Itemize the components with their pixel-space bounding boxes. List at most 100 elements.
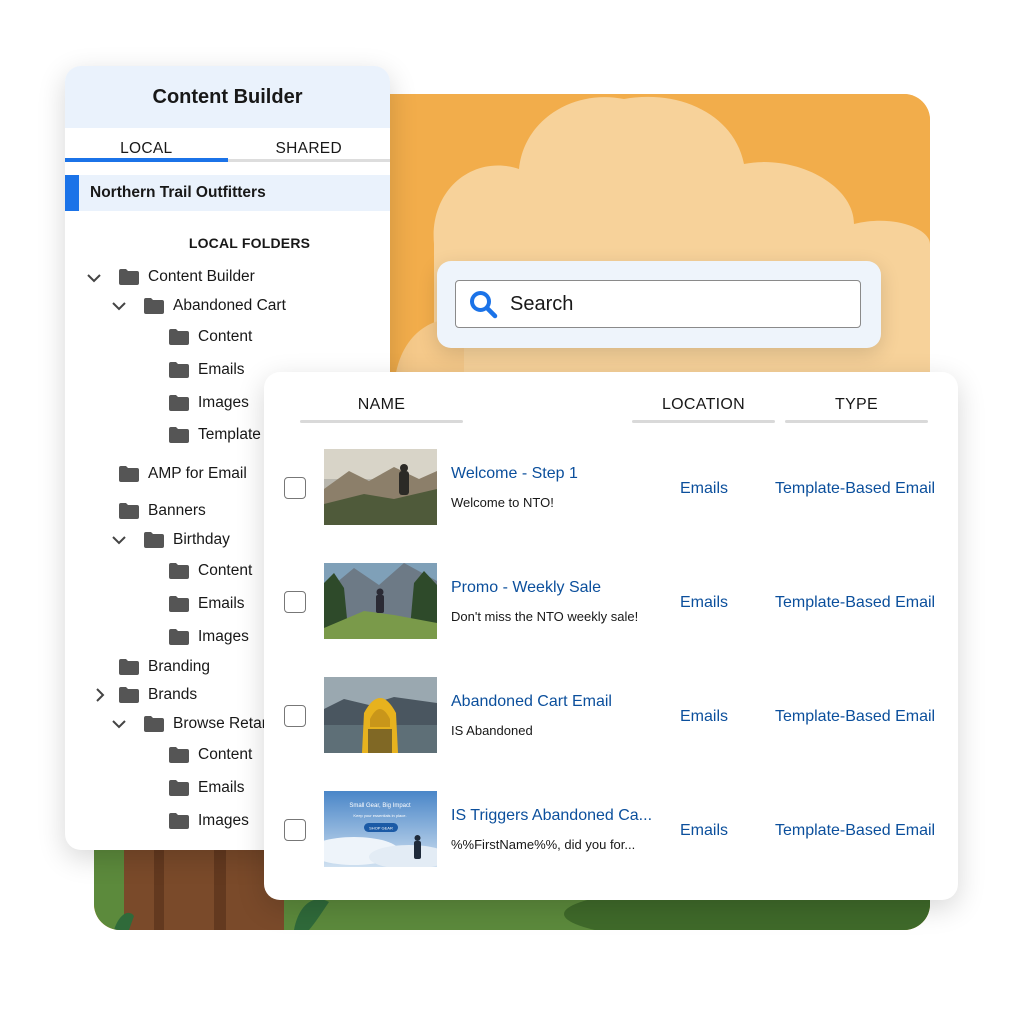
- row-location[interactable]: Emails: [680, 822, 728, 840]
- selection-accent: [65, 175, 79, 211]
- folder-icon: [169, 427, 189, 443]
- folder-icon: [144, 532, 164, 548]
- chevron-right-icon[interactable]: [93, 688, 107, 702]
- row-title[interactable]: Abandoned Cart Email: [451, 693, 612, 711]
- chevron-down-icon[interactable]: [112, 533, 126, 547]
- tree-item-label: Brands: [148, 686, 198, 703]
- folder-icon: [169, 813, 189, 829]
- tree-item-content[interactable]: Content: [169, 562, 252, 580]
- folder-icon: [169, 629, 189, 645]
- tree-item-label: Browse Retar: [173, 715, 267, 732]
- column-divider: [785, 420, 928, 423]
- tree-item-label: Content Builder: [148, 268, 255, 285]
- tree-item-template[interactable]: Template: [169, 426, 261, 444]
- tree-item-images[interactable]: Images: [169, 628, 249, 646]
- chevron-down-icon[interactable]: [112, 299, 126, 313]
- column-divider: [632, 420, 775, 423]
- tree-item-banners[interactable]: Banners: [119, 502, 206, 520]
- folder-icon: [169, 329, 189, 345]
- folder-icon: [169, 780, 189, 796]
- content-table: NAME LOCATION TYPE Welcome - Step 1 Welc…: [264, 372, 958, 900]
- tree-item-label: Banners: [148, 502, 206, 519]
- tree-item-label: Images: [198, 812, 249, 829]
- banner-headline: Small Gear, Big Impact: [349, 803, 411, 809]
- tree-item-content[interactable]: Content: [169, 746, 252, 764]
- tree-item-branding[interactable]: Branding: [119, 658, 210, 676]
- row-title[interactable]: Promo - Weekly Sale: [451, 579, 601, 597]
- tree-item-amp-for-email[interactable]: AMP for Email: [119, 465, 247, 483]
- table-row[interactable]: Abandoned Cart Email IS Abandoned Emails…: [264, 677, 958, 757]
- tree-item-images[interactable]: Images: [169, 812, 249, 830]
- row-type: Template-Based Email: [775, 480, 936, 497]
- tree-item-images[interactable]: Images: [169, 394, 249, 412]
- business-unit-label: Northern Trail Outfitters: [90, 184, 266, 201]
- banner-subline: Keep your essentials in place.: [353, 813, 406, 818]
- banner-button: SHOP GEAR: [369, 826, 393, 831]
- row-title[interactable]: Welcome - Step 1: [451, 465, 578, 483]
- folder-icon: [169, 747, 189, 763]
- tree-item-label: Abandoned Cart: [173, 297, 286, 314]
- row-checkbox[interactable]: [284, 819, 306, 841]
- tree-item-emails[interactable]: Emails: [169, 361, 245, 379]
- search-card: Search: [437, 261, 881, 348]
- tree-item-label: AMP for Email: [148, 465, 247, 482]
- folder-icon: [119, 466, 139, 482]
- folder-icon: [169, 596, 189, 612]
- column-header-location[interactable]: LOCATION: [632, 396, 775, 414]
- row-type: Template-Based Email: [775, 822, 936, 839]
- folder-icon: [144, 716, 164, 732]
- tree-item-label: Branding: [148, 658, 211, 675]
- tree-item-label: Content: [198, 562, 253, 579]
- tree-item-label: Images: [198, 628, 249, 645]
- tree-item-abandoned-cart[interactable]: Abandoned Cart: [144, 297, 286, 315]
- tree-item-label: Images: [198, 394, 249, 411]
- row-subtitle: Don't miss the NTO weekly sale!: [451, 609, 639, 624]
- tree-item-content-builder[interactable]: Content Builder: [119, 268, 255, 286]
- table-row[interactable]: Welcome - Step 1 Welcome to NTO! Emails …: [264, 449, 958, 529]
- tree-item-emails[interactable]: Emails: [169, 779, 245, 797]
- row-location[interactable]: Emails: [680, 594, 728, 612]
- tree-item-browse-retarget[interactable]: Browse Retar: [144, 715, 267, 733]
- active-tab-indicator: [65, 158, 228, 162]
- folder-icon: [119, 503, 139, 519]
- selected-business-unit[interactable]: Northern Trail Outfitters: [65, 175, 390, 211]
- search-input[interactable]: Search: [455, 280, 861, 328]
- chevron-down-icon[interactable]: [112, 717, 126, 731]
- row-title[interactable]: IS Triggers Abandoned Ca...: [451, 807, 652, 825]
- row-subtitle: IS Abandoned: [451, 723, 533, 738]
- tab-local[interactable]: LOCAL: [65, 128, 228, 162]
- row-checkbox[interactable]: [284, 591, 306, 613]
- folder-icon: [169, 563, 189, 579]
- column-divider: [300, 420, 463, 423]
- search-icon: [470, 291, 498, 319]
- tree-item-emails[interactable]: Emails: [169, 595, 245, 613]
- tree-item-label: Emails: [198, 595, 245, 612]
- folder-icon: [169, 395, 189, 411]
- row-location[interactable]: Emails: [680, 708, 728, 726]
- folder-icon: [119, 687, 139, 703]
- row-checkbox[interactable]: [284, 705, 306, 727]
- table-row[interactable]: Small Gear, Big Impact Keep your essenti…: [264, 791, 958, 871]
- yellow-jacket-lake-image: [324, 677, 437, 753]
- tree-item-label: Emails: [198, 361, 245, 378]
- folder-icon: [119, 269, 139, 285]
- table-row[interactable]: Promo - Weekly Sale Don't miss the NTO w…: [264, 563, 958, 643]
- tree-item-brands[interactable]: Brands: [119, 686, 197, 704]
- tree-item-label: Content: [198, 328, 253, 345]
- row-subtitle: %%FirstName%%, did you for...: [451, 837, 636, 852]
- email-banner-image: Small Gear, Big Impact Keep your essenti…: [324, 791, 437, 867]
- row-checkbox[interactable]: [284, 477, 306, 499]
- tree-item-label: Birthday: [173, 531, 230, 548]
- row-location[interactable]: Emails: [680, 480, 728, 498]
- column-header-type[interactable]: TYPE: [785, 396, 928, 414]
- chevron-down-icon[interactable]: [87, 271, 101, 285]
- tree-item-content[interactable]: Content: [169, 328, 252, 346]
- tab-shared[interactable]: SHARED: [228, 128, 391, 162]
- tree-item-birthday[interactable]: Birthday: [144, 531, 230, 549]
- folder-icon: [119, 659, 139, 675]
- column-header-name[interactable]: NAME: [300, 396, 463, 414]
- folder-icon: [169, 362, 189, 378]
- tree-item-label: Content: [198, 746, 253, 763]
- row-type: Template-Based Email: [775, 708, 936, 725]
- row-subtitle: Welcome to NTO!: [451, 495, 554, 510]
